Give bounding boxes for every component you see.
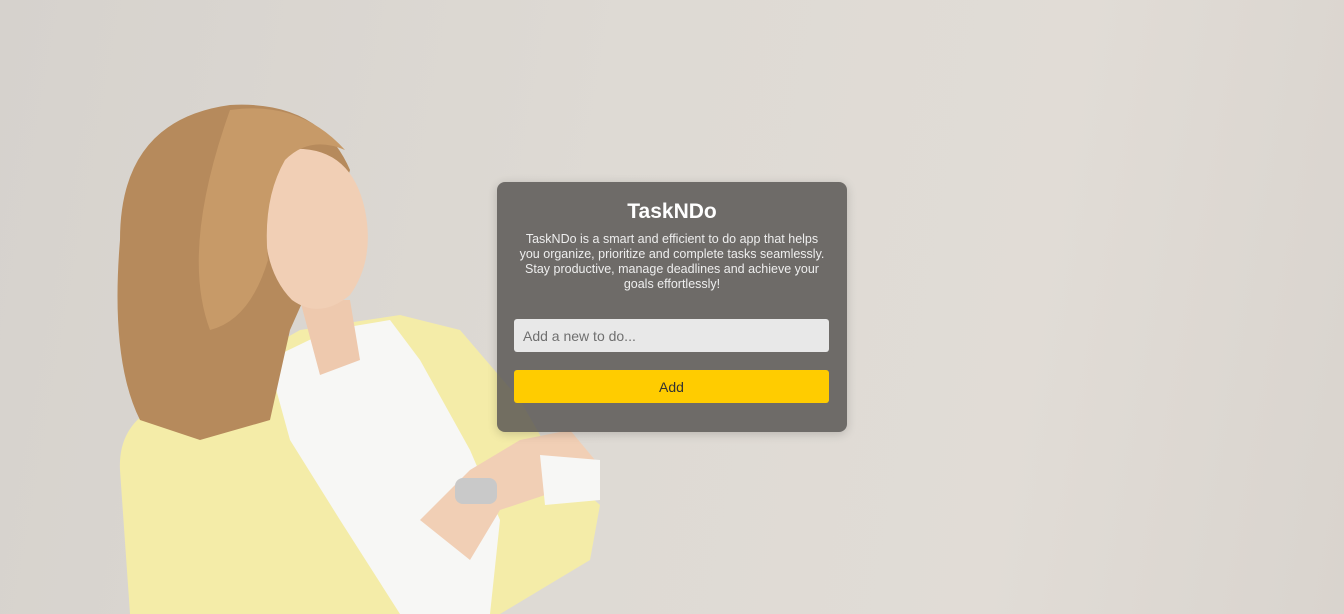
- new-todo-input[interactable]: [514, 319, 829, 352]
- app-description: TaskNDo is a smart and efficient to do a…: [519, 232, 825, 291]
- todo-card: TaskNDo TaskNDo is a smart and efficient…: [497, 182, 847, 432]
- cuff-shape: [540, 455, 600, 505]
- add-button[interactable]: Add: [514, 370, 829, 403]
- face-shape: [264, 148, 368, 309]
- app-title: TaskNDo: [627, 200, 717, 223]
- watch-shape: [455, 478, 497, 504]
